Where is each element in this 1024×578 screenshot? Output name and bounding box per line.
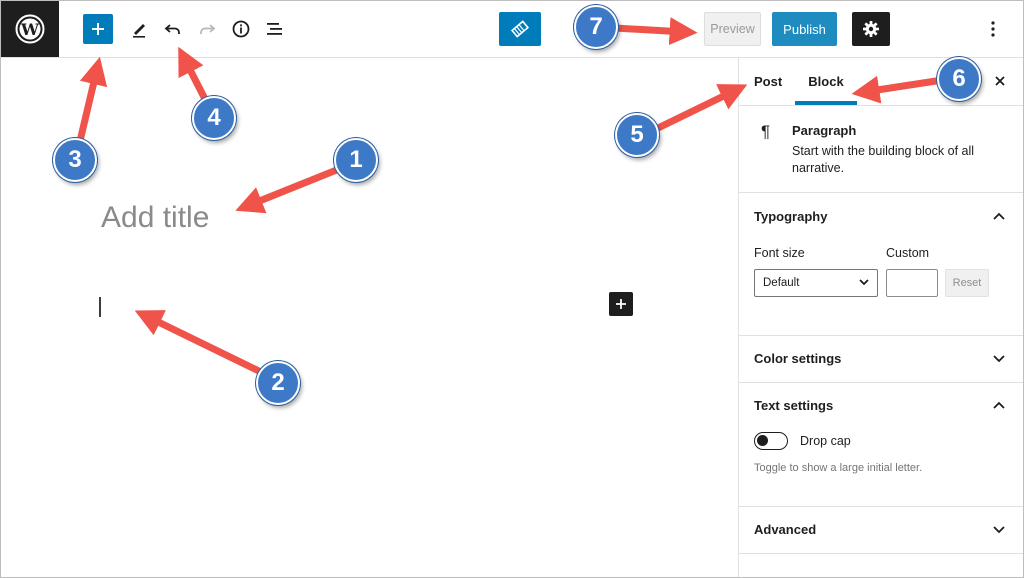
- chevron-up-icon[interactable]: [989, 206, 1009, 226]
- chevron-down-icon: [859, 279, 869, 286]
- font-size-label: Font size: [754, 246, 805, 260]
- annotation-badge-5: 5: [615, 113, 659, 157]
- typography-panel-title[interactable]: Typography: [754, 209, 827, 224]
- redo-icon: [200, 24, 216, 34]
- top-toolbar: W Preview Publish: [1, 1, 1023, 58]
- tag-icon: [510, 20, 530, 38]
- tab-block[interactable]: Block: [795, 58, 857, 105]
- pilcrow-icon: ¶: [761, 122, 771, 141]
- list-view-icon: [267, 23, 282, 35]
- plus-icon: [616, 299, 626, 309]
- drop-cap-label: Drop cap: [800, 434, 851, 448]
- gear-icon: [863, 21, 879, 37]
- pencil-icon: [133, 24, 145, 38]
- editor-frame: W Preview Publish Add title Post Block ¶…: [0, 0, 1024, 578]
- details-button[interactable]: [227, 15, 255, 43]
- sidebar-tabs: Post Block: [739, 58, 1023, 106]
- font-size-select[interactable]: Default: [754, 269, 878, 297]
- undo-icon: [164, 24, 180, 34]
- wordpress-logo-icon[interactable]: W: [1, 1, 59, 57]
- toggle-knob: [757, 435, 768, 446]
- custom-size-label: Custom: [886, 246, 930, 260]
- block-navigation-button[interactable]: [499, 12, 541, 46]
- color-settings-title[interactable]: Color settings: [754, 351, 841, 366]
- annotation-badge-4: 4: [192, 96, 236, 140]
- drop-cap-help: Toggle to show a large initial letter.: [754, 462, 923, 474]
- publish-button[interactable]: Publish: [772, 12, 837, 46]
- block-inserter-button[interactable]: [83, 14, 113, 44]
- paragraph-block-caret[interactable]: [99, 297, 101, 317]
- chevron-down-icon[interactable]: [989, 349, 1009, 369]
- tools-button[interactable]: [125, 15, 153, 43]
- font-size-value: Default: [763, 277, 800, 289]
- more-options-button[interactable]: [983, 15, 1003, 43]
- svg-text:W: W: [20, 20, 40, 39]
- settings-button[interactable]: [852, 12, 890, 46]
- close-sidebar-button[interactable]: [989, 70, 1011, 92]
- preview-button[interactable]: Preview: [704, 12, 761, 46]
- color-settings-panel: Color settings: [739, 336, 1023, 383]
- annotation-badge-3: 3: [53, 138, 97, 182]
- annotation-badge-6: 6: [937, 57, 981, 101]
- more-vertical-icon: [991, 21, 995, 37]
- info-icon: [232, 20, 250, 38]
- reset-button[interactable]: Reset: [945, 269, 989, 297]
- settings-sidebar: Post Block ¶ Paragraph Start with the bu…: [738, 58, 1023, 577]
- list-view-button[interactable]: [261, 15, 289, 43]
- tab-post[interactable]: Post: [754, 58, 782, 105]
- close-icon: [995, 76, 1005, 86]
- annotation-badge-2: 2: [256, 361, 300, 405]
- block-name: Paragraph: [792, 123, 857, 138]
- post-title-input[interactable]: Add title: [101, 201, 209, 235]
- custom-font-size-input[interactable]: [886, 269, 938, 297]
- undo-button[interactable]: [159, 15, 187, 43]
- chevron-down-icon[interactable]: [989, 520, 1009, 540]
- text-settings-title[interactable]: Text settings: [754, 398, 833, 413]
- block-description: Start with the building block of all nar…: [792, 144, 975, 175]
- redo-button[interactable]: [193, 15, 221, 43]
- active-tab-indicator: [795, 101, 857, 105]
- chevron-up-icon[interactable]: [989, 395, 1009, 415]
- drop-cap-toggle[interactable]: [754, 432, 788, 450]
- advanced-title[interactable]: Advanced: [754, 522, 816, 537]
- advanced-panel: Advanced: [739, 507, 1023, 554]
- block-card: ¶ Paragraph Start with the building bloc…: [739, 106, 1023, 193]
- add-block-button[interactable]: [609, 292, 633, 316]
- annotation-badge-7: 7: [574, 5, 618, 49]
- annotation-badge-1: 1: [334, 138, 378, 182]
- typography-panel: Typography: [739, 193, 1023, 336]
- plus-icon: [92, 23, 104, 35]
